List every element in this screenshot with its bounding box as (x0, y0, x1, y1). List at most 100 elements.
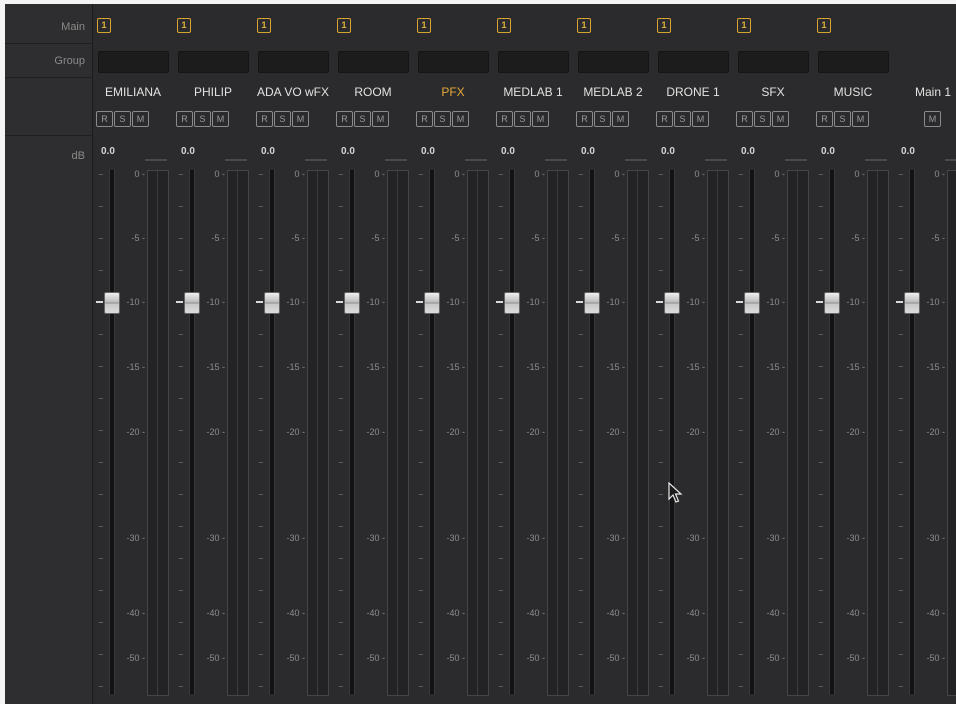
fader-level-mark (576, 301, 583, 303)
main-assign-button[interactable]: 1 (417, 18, 431, 33)
solo-button[interactable]: S (514, 111, 531, 127)
scale-tick (179, 462, 183, 463)
scale-tick (739, 654, 743, 655)
level-meter (147, 170, 169, 696)
rsm-button-group: RSM (816, 111, 869, 127)
scale-tick (259, 270, 263, 271)
main-assign-button[interactable]: 1 (657, 18, 671, 33)
group-assign-field[interactable] (418, 51, 489, 73)
main-assign-button[interactable]: 1 (577, 18, 591, 33)
philip-fader-handle[interactable] (184, 292, 200, 314)
group-assign-field[interactable] (498, 51, 569, 73)
group-assign-field[interactable] (338, 51, 409, 73)
scale-tick (419, 558, 423, 559)
sfx-fader-handle[interactable] (744, 292, 760, 314)
group-assign-field[interactable] (658, 51, 729, 73)
mute-button[interactable]: M (292, 111, 309, 127)
scale-label: -40 - (206, 608, 225, 618)
main-assign-button[interactable]: 1 (97, 18, 111, 33)
medlab-2-fader-handle[interactable] (584, 292, 600, 314)
record-arm-button[interactable]: R (256, 111, 273, 127)
audio-mixer: Main Group dB 1 EMILIANA R S M 0.0 0 - -5 - -10 … (5, 4, 956, 704)
solo-button[interactable]: S (834, 111, 851, 127)
record-arm-button[interactable]: R (336, 111, 353, 127)
meter-peak-line (225, 159, 247, 161)
channel-name: SFX (761, 85, 785, 99)
scale-label: 0 - (374, 169, 385, 179)
main-assign-button[interactable]: 1 (817, 18, 831, 33)
group-assign-field[interactable] (258, 51, 329, 73)
scale-tick (819, 430, 823, 431)
main-assign-button[interactable]: 1 (257, 18, 271, 33)
scale-tick (179, 174, 183, 175)
room-fader-handle[interactable] (344, 292, 360, 314)
record-arm-button[interactable]: R (96, 111, 113, 127)
solo-button[interactable]: S (754, 111, 771, 127)
scale-tick (179, 366, 183, 367)
mute-button[interactable]: M (772, 111, 789, 127)
scale-label: 0 - (934, 169, 945, 179)
solo-button[interactable]: S (674, 111, 691, 127)
mute-button[interactable]: M (692, 111, 709, 127)
group-assign-field[interactable] (818, 51, 889, 73)
fader-level-mark (256, 301, 263, 303)
group-assign-field[interactable] (578, 51, 649, 73)
scale-tick (419, 206, 423, 207)
db-readout: 0.0 (421, 146, 435, 157)
scale-tick (899, 174, 903, 175)
scale-tick (739, 238, 743, 239)
record-arm-button[interactable]: R (736, 111, 753, 127)
music-fader-handle[interactable] (824, 292, 840, 314)
main-assign-button[interactable]: 1 (737, 18, 751, 33)
db-readout: 0.0 (101, 146, 115, 157)
scale-tick (99, 334, 103, 335)
group-assign-field[interactable] (178, 51, 249, 73)
fader-level-mark (896, 301, 903, 303)
solo-button[interactable]: S (354, 111, 371, 127)
solo-button[interactable]: S (434, 111, 451, 127)
record-arm-button[interactable]: R (816, 111, 833, 127)
scale-label: -10 - (606, 297, 625, 307)
emiliana-fader-handle[interactable] (104, 292, 120, 314)
solo-button[interactable]: S (114, 111, 131, 127)
scale-tick (739, 590, 743, 591)
mute-button[interactable]: M (924, 111, 941, 127)
record-arm-button[interactable]: R (176, 111, 193, 127)
scale-tick (899, 622, 903, 623)
scale-tick (819, 526, 823, 527)
medlab-1-fader-handle[interactable] (504, 292, 520, 314)
mute-button[interactable]: M (452, 111, 469, 127)
solo-button[interactable]: S (194, 111, 211, 127)
main-assign-button[interactable]: 1 (177, 18, 191, 33)
scale-tick (339, 206, 343, 207)
scale-label: -20 - (766, 427, 785, 437)
scale-label: -5 - (851, 233, 866, 243)
mute-button[interactable]: M (132, 111, 149, 127)
record-arm-button[interactable]: R (416, 111, 433, 127)
pfx-fader-handle[interactable] (424, 292, 440, 314)
scale-tick (99, 238, 103, 239)
group-assign-field[interactable] (738, 51, 809, 73)
scale-tick (259, 494, 263, 495)
main-assign-button[interactable]: 1 (497, 18, 511, 33)
mute-button[interactable]: M (532, 111, 549, 127)
scale-label: -50 - (526, 653, 545, 663)
main-assign-button[interactable]: 1 (337, 18, 351, 33)
record-arm-button[interactable]: R (576, 111, 593, 127)
mute-button[interactable]: M (372, 111, 389, 127)
channel-strip-main-1: Main 1 M 0.0 0 - -5 - -10 - -15 - -20 - -30 - -40… (893, 4, 956, 704)
drone-1-fader-handle[interactable] (664, 292, 680, 314)
ada-vo-wfx-fader-handle[interactable] (264, 292, 280, 314)
scale-tick (819, 174, 823, 175)
scale-tick (99, 270, 103, 271)
record-arm-button[interactable]: R (496, 111, 513, 127)
solo-button[interactable]: S (594, 111, 611, 127)
main-1-fader-handle[interactable] (904, 292, 920, 314)
mute-button[interactable]: M (852, 111, 869, 127)
scale-label: -10 - (846, 297, 865, 307)
mute-button[interactable]: M (612, 111, 629, 127)
mute-button[interactable]: M (212, 111, 229, 127)
group-assign-field[interactable] (98, 51, 169, 73)
record-arm-button[interactable]: R (656, 111, 673, 127)
solo-button[interactable]: S (274, 111, 291, 127)
